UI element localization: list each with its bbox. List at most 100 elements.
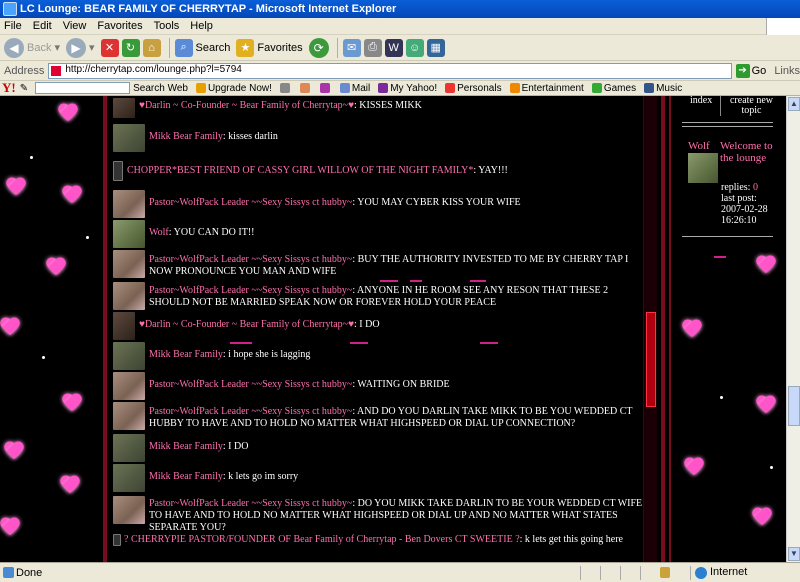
window-scrollbar[interactable]: ▲ ▼ <box>786 96 800 562</box>
menu-file[interactable]: File <box>4 20 22 32</box>
chat-username[interactable]: Pastor~WolfPack Leader ~~Sexy Sissys ct … <box>149 406 352 417</box>
chat-username[interactable]: ♥Darlin ~ Co-Founder ~ Bear Family of Ch… <box>139 319 354 330</box>
back-button[interactable]: ◀ Back ▾ <box>4 37 60 58</box>
heart-icon <box>60 476 80 494</box>
avatar <box>113 402 145 430</box>
chat-message: Mikk Bear Family: I DO <box>113 434 643 462</box>
chat-message: Pastor~WolfPack Leader ~~Sexy Sissys ct … <box>113 250 643 278</box>
decorative-dash <box>380 280 398 282</box>
mail-icon[interactable]: ✉ <box>342 38 361 57</box>
decorative-dash <box>410 280 422 282</box>
search-button[interactable]: ⌕ Search <box>174 38 230 57</box>
chat-username[interactable]: Pastor~WolfPack Leader ~~Sexy Sissys ct … <box>149 498 352 509</box>
favorites-button[interactable]: ★ Favorites <box>236 38 303 57</box>
chat-username[interactable]: Pastor~WolfPack Leader ~~Sexy Sissys ct … <box>149 197 352 208</box>
avatar <box>113 464 145 492</box>
chat-username[interactable]: Wolf <box>149 227 169 238</box>
research-icon[interactable]: ▦ <box>426 38 445 57</box>
window-titlebar: LC Lounge: BEAR FAMILY OF CHERRYTAP - Mi… <box>0 0 800 18</box>
chat-text: : i hope she is lagging <box>222 349 311 360</box>
chat-username[interactable]: CHOPPER*BEST FRIEND OF CASSY GIRL WILLOW… <box>127 165 473 176</box>
chat-scrollbar[interactable] <box>643 96 657 562</box>
shield-icon <box>299 83 310 93</box>
chat-message: CHOPPER*BEST FRIEND OF CASSY GIRL WILLOW… <box>113 158 643 181</box>
chat-username[interactable]: Mikk Bear Family <box>149 471 223 482</box>
last-post-label: last post: <box>721 193 757 204</box>
chat-scroll-thumb[interactable] <box>646 312 656 407</box>
yahoo-logo[interactable]: Y! <box>2 80 16 96</box>
chat-username[interactable]: Mikk Bear Family <box>149 441 223 452</box>
yahoo-search-input[interactable] <box>35 82 131 94</box>
mail-link[interactable]: Mail <box>339 83 370 94</box>
chat-feed[interactable]: ♥Darlin ~ Co-Founder ~ Bear Family of Ch… <box>110 96 645 562</box>
chat-username[interactable]: Pastor~WolfPack Leader ~~Sexy Sissys ct … <box>149 254 352 265</box>
topic-author[interactable]: Wolf <box>688 140 710 152</box>
browser-toolbar: ◀ Back ▾ ▶ ▾ ✕ ↻ ⌂ ⌕ Search ★ Favorites … <box>0 35 800 61</box>
index-link[interactable]: index <box>690 96 712 106</box>
personals-label: Personals <box>457 82 502 94</box>
sparkle-icon <box>86 236 89 239</box>
back-arrow-icon: ◀ <box>4 37 24 58</box>
pencil-icon[interactable]: ✎ <box>20 83 28 94</box>
chat-message: ? CHERRYPIE PASTOR/FOUNDER OF Bear Famil… <box>113 534 643 546</box>
heart-icon <box>0 518 20 536</box>
heart-icon <box>6 178 26 196</box>
search-web-button[interactable]: Search Web <box>133 83 188 94</box>
messenger-icon[interactable]: ☺ <box>405 38 424 57</box>
topic-title[interactable]: Welcome to the lounge <box>720 140 776 164</box>
chat-text: : KISSES MIKK <box>354 100 422 111</box>
go-button[interactable]: ➔ Go <box>735 63 767 78</box>
my-yahoo-link[interactable]: My Yahoo! <box>378 83 437 94</box>
chat-message: Mikk Bear Family: kisses darlin <box>113 124 643 152</box>
go-label: Go <box>751 64 767 77</box>
chat-text: : k lets go im sorry <box>222 471 299 482</box>
menu-edit[interactable]: Edit <box>33 20 52 32</box>
address-input[interactable]: http://cherrytap.com/lounge.php?l=5794 <box>48 62 732 79</box>
menu-help[interactable]: Help <box>190 20 213 32</box>
music-link[interactable]: Music <box>644 83 682 94</box>
chat-username[interactable]: Pastor~WolfPack Leader ~~Sexy Sissys ct … <box>149 379 352 390</box>
scroll-up-icon[interactable]: ▲ <box>788 97 800 111</box>
create-topic-link[interactable]: create new topic <box>720 96 782 116</box>
upgrade-button[interactable]: Upgrade Now! <box>195 83 272 94</box>
envelope-icon <box>339 83 350 93</box>
yahoo-toolbar: Y! ✎ Search Web Upgrade Now! Mail My Yah… <box>0 80 800 96</box>
window-scroll-thumb[interactable] <box>788 386 800 426</box>
edit-icon[interactable]: W <box>384 38 403 57</box>
entertainment-link[interactable]: Entertainment <box>509 83 584 94</box>
alert-button[interactable] <box>319 83 332 93</box>
chat-username[interactable]: Mikk Bear Family <box>149 349 223 360</box>
chat-text: : kisses darlin <box>222 131 278 142</box>
scroll-down-icon[interactable]: ▼ <box>788 547 800 561</box>
chevron-down-icon: ▾ <box>89 42 95 54</box>
games-link[interactable]: Games <box>591 83 636 94</box>
chat-username[interactable]: ? CHERRYPIE PASTOR/FOUNDER OF Bear Famil… <box>124 534 520 545</box>
chat-message: ♥Darlin ~ Co-Founder ~ Bear Family of Ch… <box>113 98 643 118</box>
pen-button[interactable] <box>279 83 292 93</box>
toolbar-separator <box>168 37 170 58</box>
status-divider <box>640 566 641 580</box>
replies-count: 0 <box>752 182 758 193</box>
refresh-icon[interactable]: ↻ <box>121 38 140 57</box>
forward-button[interactable]: ▶ ▾ <box>66 37 95 58</box>
links-button[interactable]: Links <box>774 65 800 77</box>
shield-button[interactable] <box>299 83 312 93</box>
home-icon[interactable]: ⌂ <box>142 38 161 57</box>
divider <box>682 236 773 237</box>
status-divider <box>600 566 601 580</box>
menu-favorites[interactable]: Favorites <box>97 20 142 32</box>
music-icon <box>644 83 655 93</box>
history-icon[interactable]: ⟳ <box>308 37 329 58</box>
personals-link[interactable]: Personals <box>445 82 502 94</box>
menu-view[interactable]: View <box>63 20 87 32</box>
windows-logo-icon <box>766 18 800 35</box>
chat-username[interactable]: Mikk Bear Family <box>149 131 223 142</box>
chat-username[interactable]: Pastor~WolfPack Leader ~~Sexy Sissys ct … <box>149 285 352 296</box>
heart-icon <box>445 83 456 93</box>
stop-icon[interactable]: ✕ <box>100 38 119 57</box>
menu-tools[interactable]: Tools <box>154 20 180 32</box>
decorative-dash <box>230 342 252 344</box>
print-icon[interactable]: ⎙ <box>363 38 382 57</box>
heart-icon <box>0 318 20 336</box>
chat-username[interactable]: ♥Darlin ~ Co-Founder ~ Bear Family of Ch… <box>139 100 354 111</box>
